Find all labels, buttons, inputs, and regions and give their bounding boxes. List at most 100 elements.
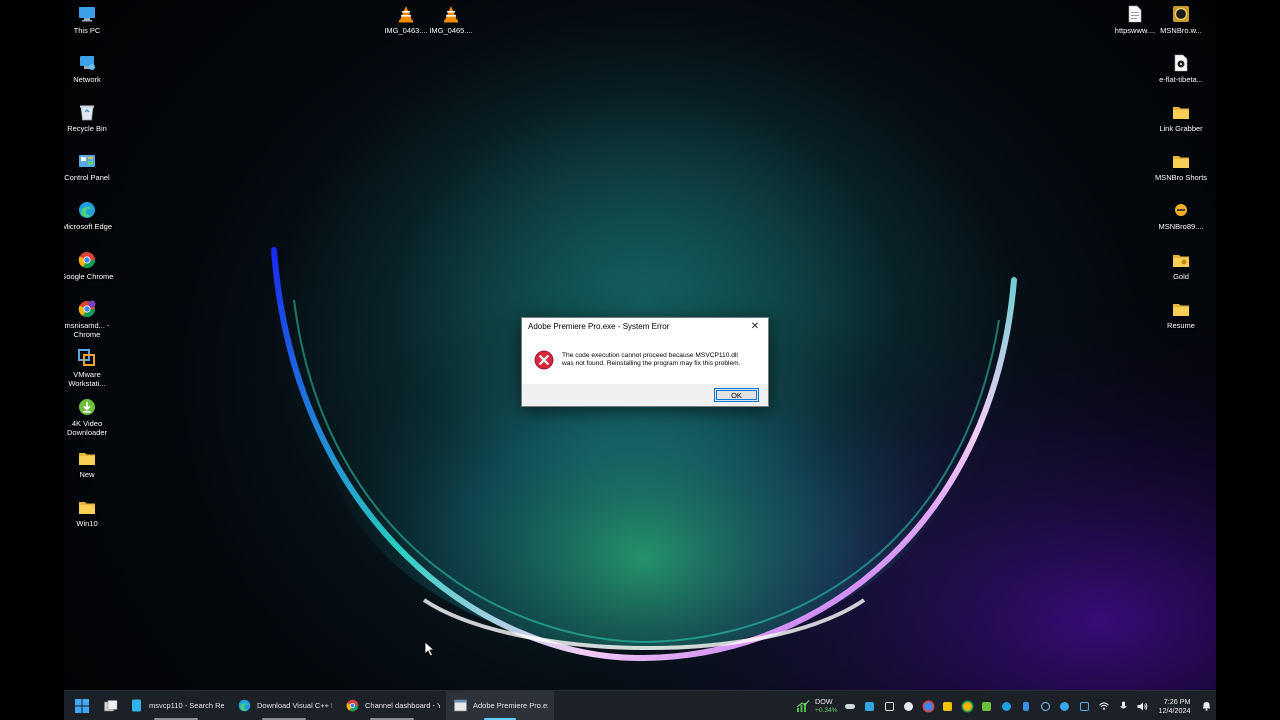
vlc-icon (396, 4, 416, 24)
error-message-line: The code execution cannot proceed becaus… (562, 351, 738, 359)
taskbar-app-label: Adobe Premiere Pro.exe (473, 701, 548, 710)
desktop-icon-label: Network (73, 75, 101, 84)
desktop-icon-microsoft-edge[interactable]: Microsoft Edge (64, 200, 118, 231)
edge-icon (238, 699, 251, 712)
dialog-titlebar[interactable]: Adobe Premiere Pro.exe - System Error ✕ (522, 318, 768, 335)
taskbar-app-indicator (262, 717, 306, 720)
desktop-icon-link-grabber[interactable]: Link Grabber (1150, 102, 1212, 133)
desktop-icon-msnbro-shorts[interactable]: MSNBro Shorts (1150, 151, 1212, 182)
desktop-icon-msnbro-w[interactable]: MSNBro.w... (1150, 4, 1212, 35)
folder-icon (1171, 250, 1191, 270)
desktop-icon-label: Gold (1173, 272, 1189, 281)
desktop-icon-label: Control Panel (64, 173, 110, 182)
taskbar: msvcp110 - Search Resu Download Visual C… (64, 690, 1216, 720)
desktop-icon-label: Win10 (76, 519, 98, 528)
taskbar-app-search[interactable]: msvcp110 - Search Resu (122, 691, 230, 720)
desktop-icon-vmware[interactable]: VMware Workstati... (64, 348, 118, 388)
image-file-icon (1171, 200, 1191, 220)
chrome-profile-icon (77, 299, 97, 319)
desktop-icon-folder-win10[interactable]: Win10 (64, 497, 118, 528)
stock-widget[interactable]: DOW +0.34% (796, 691, 838, 720)
tray-app-icon[interactable] (860, 691, 880, 720)
vlc-icon (441, 4, 461, 24)
tray-link-icon[interactable] (841, 691, 861, 720)
taskbar-app-label: msvcp110 - Search Resu (149, 701, 224, 710)
desktop-icon-label: MSNBro Shorts (1154, 173, 1208, 182)
network-icon (77, 53, 97, 73)
system-error-dialog[interactable]: Adobe Premiere Pro.exe - System Error ✕ … (521, 317, 769, 407)
error-message: The code execution cannot proceed becaus… (562, 352, 740, 368)
taskbar-app-chrome[interactable]: Channel dashboard - Yo (338, 691, 446, 720)
task-view-button[interactable] (100, 691, 122, 720)
clock-date: 12/4/2024 (1158, 706, 1191, 715)
taskbar-app-indicator (483, 717, 517, 720)
chrome-icon (77, 250, 97, 270)
notification-bell-icon[interactable] (1197, 691, 1217, 720)
tray-edge-icon[interactable] (997, 691, 1017, 720)
desktop-icon-label: Microsoft Edge (64, 222, 113, 231)
mouse-cursor-icon (424, 641, 436, 657)
tray-chrome-icon[interactable] (919, 691, 939, 720)
tray-gear-icon[interactable] (1055, 691, 1075, 720)
desktop-icon-network[interactable]: Network (64, 53, 118, 84)
desktop-icon-label: 4K Video Downloader (66, 419, 108, 437)
dialog-body: The code execution cannot proceed becaus… (522, 335, 768, 384)
error-icon (534, 350, 554, 369)
tray-window-icon[interactable] (880, 691, 900, 720)
desktop-icon-label: New (79, 470, 95, 479)
ok-button[interactable]: OK (714, 388, 759, 402)
tray-vmware-icon[interactable] (1075, 691, 1095, 720)
desktop-icon-label: MSNBro.w... (1160, 26, 1202, 35)
desktop-icon-label: This PC (73, 26, 101, 35)
app-window-icon (454, 699, 467, 712)
clock[interactable]: 7:26 PM 12/4/2024 (1159, 697, 1191, 715)
desktop-icon-e-flat-tibeta[interactable]: e-flat-tibeta... (1150, 53, 1212, 84)
taskbar-app-indicator (154, 717, 198, 720)
desktop-icon-label: MSNBro89.... (1158, 222, 1204, 231)
desktop-icon-label: Google Chrome (64, 272, 114, 281)
tray-downloader-icon[interactable] (977, 691, 997, 720)
desktop-icon-google-chrome[interactable]: Google Chrome (64, 250, 118, 281)
dialog-footer: OK (522, 384, 768, 406)
clock-time: 7:26 PM (1163, 697, 1191, 706)
stock-widget-value: +0.34% (815, 707, 838, 714)
tray-chrome-icon-2[interactable] (958, 691, 978, 720)
recycle-bin-icon (77, 102, 97, 122)
task-view-icon (104, 699, 118, 711)
tray-circle-icon[interactable] (899, 691, 919, 720)
image-file-icon (1171, 4, 1191, 24)
taskbar-app-label: Channel dashboard - Yo (365, 701, 440, 710)
video-downloader-icon (77, 397, 97, 417)
desktop-icon-label: msnisamd... - Chrome (64, 321, 110, 339)
desktop-icon-msnbro89[interactable]: MSNBro89.... (1150, 200, 1212, 231)
desktop-icon-recycle-bin[interactable]: Recycle Bin (64, 102, 118, 133)
taskbar-app-edge[interactable]: Download Visual C++ R (230, 691, 338, 720)
taskbar-app-label: Download Visual C++ R (257, 701, 332, 710)
desktop-icon-chrome-profile[interactable]: msnisamd... - Chrome (64, 299, 118, 339)
desktop-icon-label: Recycle Bin (67, 124, 107, 133)
vmware-icon (77, 348, 97, 368)
start-button[interactable] (64, 691, 100, 720)
desktop-icon-gold[interactable]: Gold (1150, 250, 1212, 281)
desktop-icon-control-panel[interactable]: Control Panel (64, 151, 118, 182)
system-tray: 7:26 PM 12/4/2024 (841, 691, 1216, 720)
folder-icon (77, 497, 97, 517)
folder-icon (1171, 102, 1191, 122)
desktop-icon-4k-video-downloader[interactable]: 4K Video Downloader (64, 397, 118, 437)
bluetooth-icon[interactable] (1016, 691, 1036, 720)
desktop-icon-folder-new[interactable]: New (64, 448, 118, 479)
tray-norton-icon[interactable] (938, 691, 958, 720)
desktop-icon-label: e-flat-tibeta... (1159, 75, 1203, 84)
taskbar-app-indicator (370, 717, 414, 720)
desktop-icon-resume[interactable]: Resume (1150, 299, 1212, 330)
error-message-line: was not found. Reinstalling the program … (562, 359, 741, 367)
desktop-icon-this-pc[interactable]: This PC (64, 4, 118, 35)
volume-icon[interactable] (1133, 691, 1153, 720)
wifi-icon[interactable] (1094, 691, 1114, 720)
sync-icon[interactable] (1036, 691, 1056, 720)
desktop-icon-img-0465[interactable]: IMG_0465.... (420, 4, 482, 35)
taskbar-app-premiere-error[interactable]: Adobe Premiere Pro.exe (446, 690, 554, 720)
close-button[interactable]: ✕ (748, 320, 762, 334)
microphone-icon[interactable] (1114, 691, 1134, 720)
desktop-icon-label: IMG_0465.... (429, 26, 473, 35)
